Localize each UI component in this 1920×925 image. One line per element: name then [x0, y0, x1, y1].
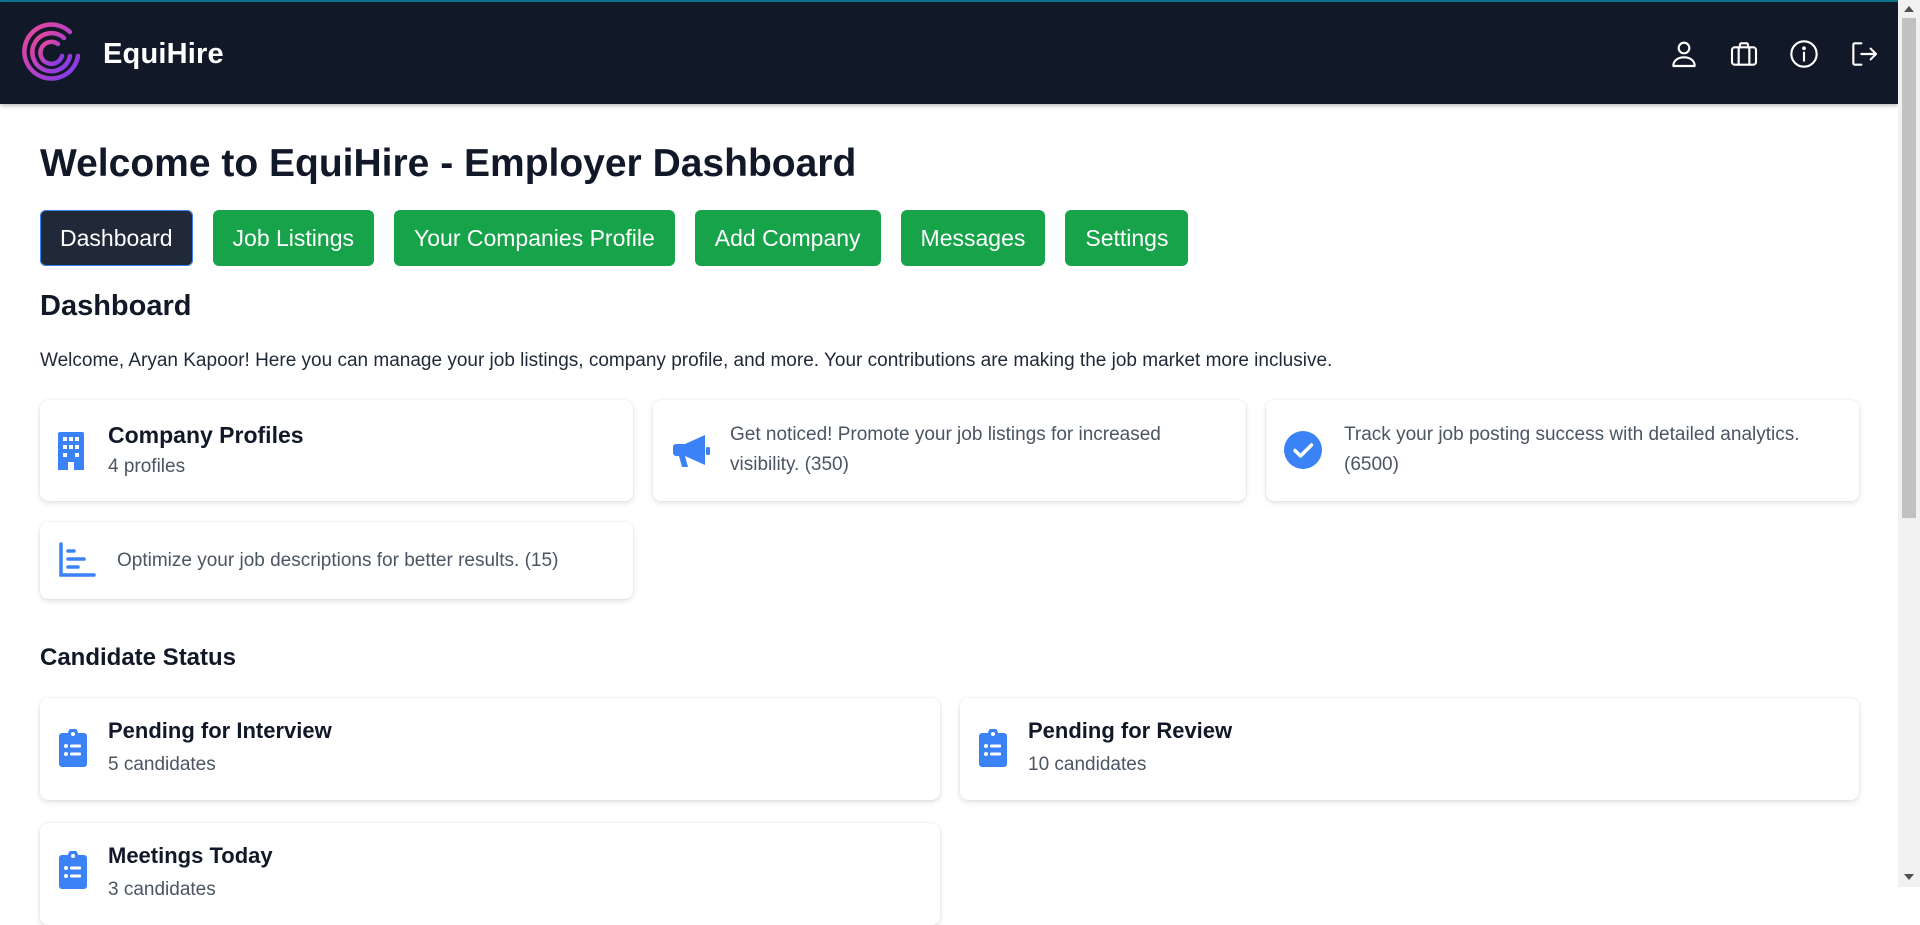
tab-messages[interactable]: Messages: [900, 210, 1046, 266]
card-subtitle: 3 candidates: [108, 879, 216, 900]
card-title: Pending for Interview: [108, 718, 332, 743]
equihire-logo[interactable]: [20, 20, 84, 84]
meetings-today-card[interactable]: Meetings Today 3 candidates: [40, 823, 940, 925]
card-title: Pending for Review: [1028, 718, 1233, 743]
briefcase-icon[interactable]: [1728, 38, 1760, 70]
company-profiles-card[interactable]: Company Profiles 4 profiles: [40, 400, 633, 501]
card-subtitle: 5 candidates: [108, 754, 216, 775]
card-title: Meetings Today: [108, 843, 273, 868]
logout-icon[interactable]: [1848, 38, 1880, 70]
chart-bar-icon: [59, 542, 96, 577]
tab-dashboard[interactable]: Dashboard: [40, 210, 193, 266]
tab-add-company[interactable]: Add Company: [694, 210, 881, 266]
tab-companies-profile[interactable]: Your Companies Profile: [394, 210, 675, 266]
user-icon[interactable]: [1668, 38, 1700, 70]
dashboard-heading: Dashboard: [40, 290, 192, 322]
tab-settings[interactable]: Settings: [1065, 210, 1189, 266]
clipboard-list-icon: [59, 729, 87, 767]
dashboard-tabs: Dashboard Job Listings Your Companies Pr…: [40, 210, 1189, 266]
scrollbar-thumb[interactable]: [1902, 18, 1916, 518]
pending-interview-card[interactable]: Pending for Interview 5 candidates: [40, 698, 940, 800]
promote-listings-card[interactable]: Get noticed! Promote your job listings f…: [653, 400, 1246, 501]
welcome-message: Welcome, Aryan Kapoor! Here you can mana…: [40, 350, 1333, 371]
pending-review-card[interactable]: Pending for Review 10 candidates: [960, 698, 1859, 800]
page-title: Welcome to EquiHire - Employer Dashboard: [40, 142, 857, 185]
scroll-up-arrow[interactable]: [1904, 6, 1914, 12]
tab-job-listings[interactable]: Job Listings: [212, 210, 374, 266]
clipboard-list-icon: [979, 729, 1007, 767]
card-subtitle: 10 candidates: [1028, 754, 1147, 775]
top-navbar: EquiHire: [0, 2, 1898, 104]
card-subtitle: 4 profiles: [108, 456, 186, 477]
optimize-descriptions-card[interactable]: Optimize your job descriptions for bette…: [40, 522, 633, 599]
building-icon: [58, 432, 84, 470]
card-text: Track your job posting success with deta…: [1344, 424, 1800, 475]
card-text: Optimize your job descriptions for bette…: [117, 550, 559, 571]
scroll-down-arrow[interactable]: [1904, 874, 1914, 880]
candidate-status-heading: Candidate Status: [40, 644, 237, 671]
brand-name[interactable]: EquiHire: [103, 38, 224, 71]
analytics-card[interactable]: Track your job posting success with deta…: [1266, 400, 1859, 501]
megaphone-icon: [673, 435, 710, 467]
info-icon[interactable]: [1788, 38, 1820, 70]
check-circle-icon: [1284, 431, 1322, 469]
clipboard-list-icon: [59, 851, 87, 889]
card-title: Company Profiles: [108, 422, 304, 448]
card-text: Get noticed! Promote your job listings f…: [730, 424, 1161, 475]
